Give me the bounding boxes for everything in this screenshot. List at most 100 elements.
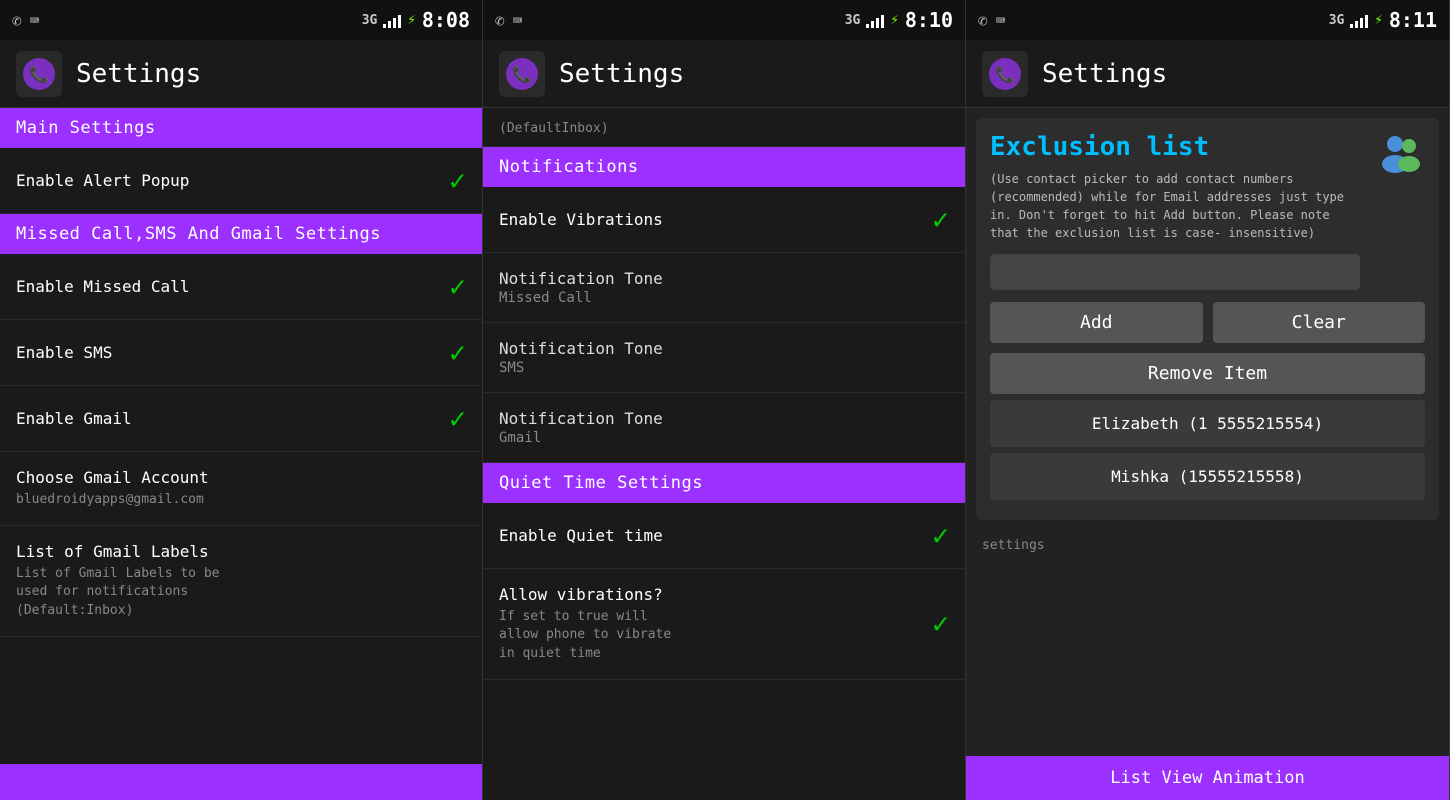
exclusion-list-card: Exclusion list (Use contact picker to ad…: [976, 118, 1439, 520]
svg-text:📞: 📞: [995, 64, 1015, 84]
status-left-2: ✆ ⌨: [495, 11, 522, 30]
settings-small-label: settings: [966, 530, 1449, 557]
checkmark-alert-popup: ✓: [449, 164, 466, 197]
checkmark-quiet-time: ✓: [932, 519, 949, 552]
contact-row-elizabeth[interactable]: Elizabeth (1 5555215554): [990, 400, 1425, 447]
list-view-animation-bar[interactable]: List View Animation: [966, 756, 1449, 800]
gmail-labels-subtitle: List of Gmail Labels to be used for noti…: [16, 565, 466, 620]
phone-icon: ✆: [12, 11, 22, 30]
row-enable-quiet-time[interactable]: Enable Quiet time ✓: [483, 503, 965, 569]
tone-missed-call-value: Missed Call: [499, 290, 949, 306]
remove-item-button[interactable]: Remove Item: [990, 353, 1425, 394]
checkmark-gmail: ✓: [449, 402, 466, 435]
battery-icon-1: ⚡: [407, 12, 415, 28]
checkmark-vibrations: ✓: [932, 203, 949, 236]
signal-bars-2: [866, 12, 884, 28]
network-label-1: 3G: [362, 13, 378, 28]
battery-icon-3: ⚡: [1374, 12, 1382, 28]
signal-bars-3: [1350, 12, 1368, 28]
contacts-avatar: [1375, 130, 1427, 186]
section-quiet-time: Quiet Time Settings: [483, 463, 965, 503]
panel-1-bottom-bar: [0, 764, 482, 800]
panel-3: ✆ ⌨ 3G ⚡ 8:11 📞 Settings: [966, 0, 1450, 800]
tone-sms-title: Notification Tone: [499, 339, 949, 358]
checkmark-allow-vibrations: ✓: [932, 607, 949, 640]
checkmark-missed-call: ✓: [449, 270, 466, 303]
app-icon-1: 📞: [16, 51, 62, 97]
app-title-2: Settings: [559, 59, 684, 89]
signal-bars-1: [383, 12, 401, 28]
panel-2-content[interactable]: (DefaultInbox) Notifications Enable Vibr…: [483, 108, 965, 800]
app-icon-2: 📞: [499, 51, 545, 97]
panel-3-bottom: List View Animation: [966, 752, 1449, 800]
section-missed-call-sms: Missed Call,SMS And Gmail Settings: [0, 214, 482, 254]
section-notifications: Notifications: [483, 147, 965, 187]
time-3: 8:11: [1389, 8, 1437, 32]
add-clear-row: Add Clear: [990, 302, 1425, 343]
row-enable-missed-call[interactable]: Enable Missed Call ✓: [0, 254, 482, 320]
row-gmail-labels[interactable]: List of Gmail Labels List of Gmail Label…: [0, 526, 482, 637]
panel-1-content[interactable]: Main Settings Enable Alert Popup ✓ Misse…: [0, 108, 482, 764]
panel-3-content: Exclusion list (Use contact picker to ad…: [966, 108, 1449, 752]
row-enable-sms[interactable]: Enable SMS ✓: [0, 320, 482, 386]
app-title-1: Settings: [76, 59, 201, 89]
status-bar-2: ✆ ⌨ 3G ⚡ 8:10: [483, 0, 965, 40]
app-header-2: 📞 Settings: [483, 40, 965, 108]
clear-button[interactable]: Clear: [1213, 302, 1426, 343]
allow-vibrations-subtitle: If set to true will allow phone to vibra…: [499, 608, 922, 663]
gmail-label: Enable Gmail: [16, 409, 439, 428]
signal-bar-4: [398, 15, 401, 28]
message-icon-2: ⌨: [513, 11, 523, 30]
exclusion-list-desc: (Use contact picker to add contact numbe…: [990, 170, 1360, 242]
row-enable-alert-popup[interactable]: Enable Alert Popup ✓: [0, 148, 482, 214]
tone-gmail-title: Notification Tone: [499, 409, 949, 428]
status-right-2: 3G ⚡ 8:10: [845, 8, 953, 32]
tone-gmail-value: Gmail: [499, 430, 949, 446]
panel-1: ✆ ⌨ 3G ⚡ 8:08 📞 Settings Main Settin: [0, 0, 483, 800]
row-choose-gmail-account[interactable]: Choose Gmail Account bluedroidyapps@gmai…: [0, 452, 482, 526]
row-enable-gmail[interactable]: Enable Gmail ✓: [0, 386, 482, 452]
network-label-3: 3G: [1329, 13, 1345, 28]
allow-vibrations-title: Allow vibrations?: [499, 585, 922, 604]
row-default-inbox-note: (DefaultInbox): [483, 108, 965, 147]
app-title-3: Settings: [1042, 59, 1167, 89]
svg-text:📞: 📞: [512, 64, 532, 84]
status-left-3: ✆ ⌨: [978, 11, 1005, 30]
default-inbox-note: (DefaultInbox): [499, 120, 609, 138]
message-icon: ⌨: [30, 11, 40, 30]
tone-sms-value: SMS: [499, 360, 949, 376]
svg-text:📞: 📞: [29, 64, 49, 84]
row-enable-vibrations[interactable]: Enable Vibrations ✓: [483, 187, 965, 253]
choose-gmail-label: Choose Gmail Account: [16, 468, 466, 487]
exclusion-list-title: Exclusion list: [990, 132, 1425, 162]
contact-row-mishka[interactable]: Mishka (15555215558): [990, 453, 1425, 500]
missed-call-label: Enable Missed Call: [16, 277, 439, 296]
status-left-1: ✆ ⌨: [12, 11, 39, 30]
time-2: 8:10: [905, 8, 953, 32]
row-notification-tone-gmail[interactable]: Notification Tone Gmail: [483, 393, 965, 463]
app-header-1: 📞 Settings: [0, 40, 482, 108]
phone-icon-3: ✆: [978, 11, 988, 30]
row-notification-tone-missed-call[interactable]: Notification Tone Missed Call: [483, 253, 965, 323]
sms-label: Enable SMS: [16, 343, 439, 362]
status-bar-1: ✆ ⌨ 3G ⚡ 8:08: [0, 0, 482, 40]
app-icon-3: 📞: [982, 51, 1028, 97]
signal-bar-2: [388, 21, 391, 28]
status-bar-3: ✆ ⌨ 3G ⚡ 8:11: [966, 0, 1449, 40]
app-header-3: 📞 Settings: [966, 40, 1449, 108]
row-allow-vibrations-quiet[interactable]: Allow vibrations? If set to true will al…: [483, 569, 965, 680]
exclusion-input[interactable]: [990, 254, 1360, 290]
network-label-2: 3G: [845, 13, 861, 28]
battery-icon-2: ⚡: [890, 12, 898, 28]
choose-gmail-subtitle: bluedroidyapps@gmail.com: [16, 491, 466, 509]
add-button[interactable]: Add: [990, 302, 1203, 343]
checkmark-sms: ✓: [449, 336, 466, 369]
quiet-time-label: Enable Quiet time: [499, 526, 922, 545]
row-notification-tone-sms[interactable]: Notification Tone SMS: [483, 323, 965, 393]
vibrations-label: Enable Vibrations: [499, 210, 922, 229]
gmail-labels-title: List of Gmail Labels: [16, 542, 466, 561]
status-right-3: 3G ⚡ 8:11: [1329, 8, 1437, 32]
time-1: 8:08: [422, 8, 470, 32]
row-title-alert-popup: Enable Alert Popup: [16, 171, 439, 190]
section-main-settings: Main Settings: [0, 108, 482, 148]
